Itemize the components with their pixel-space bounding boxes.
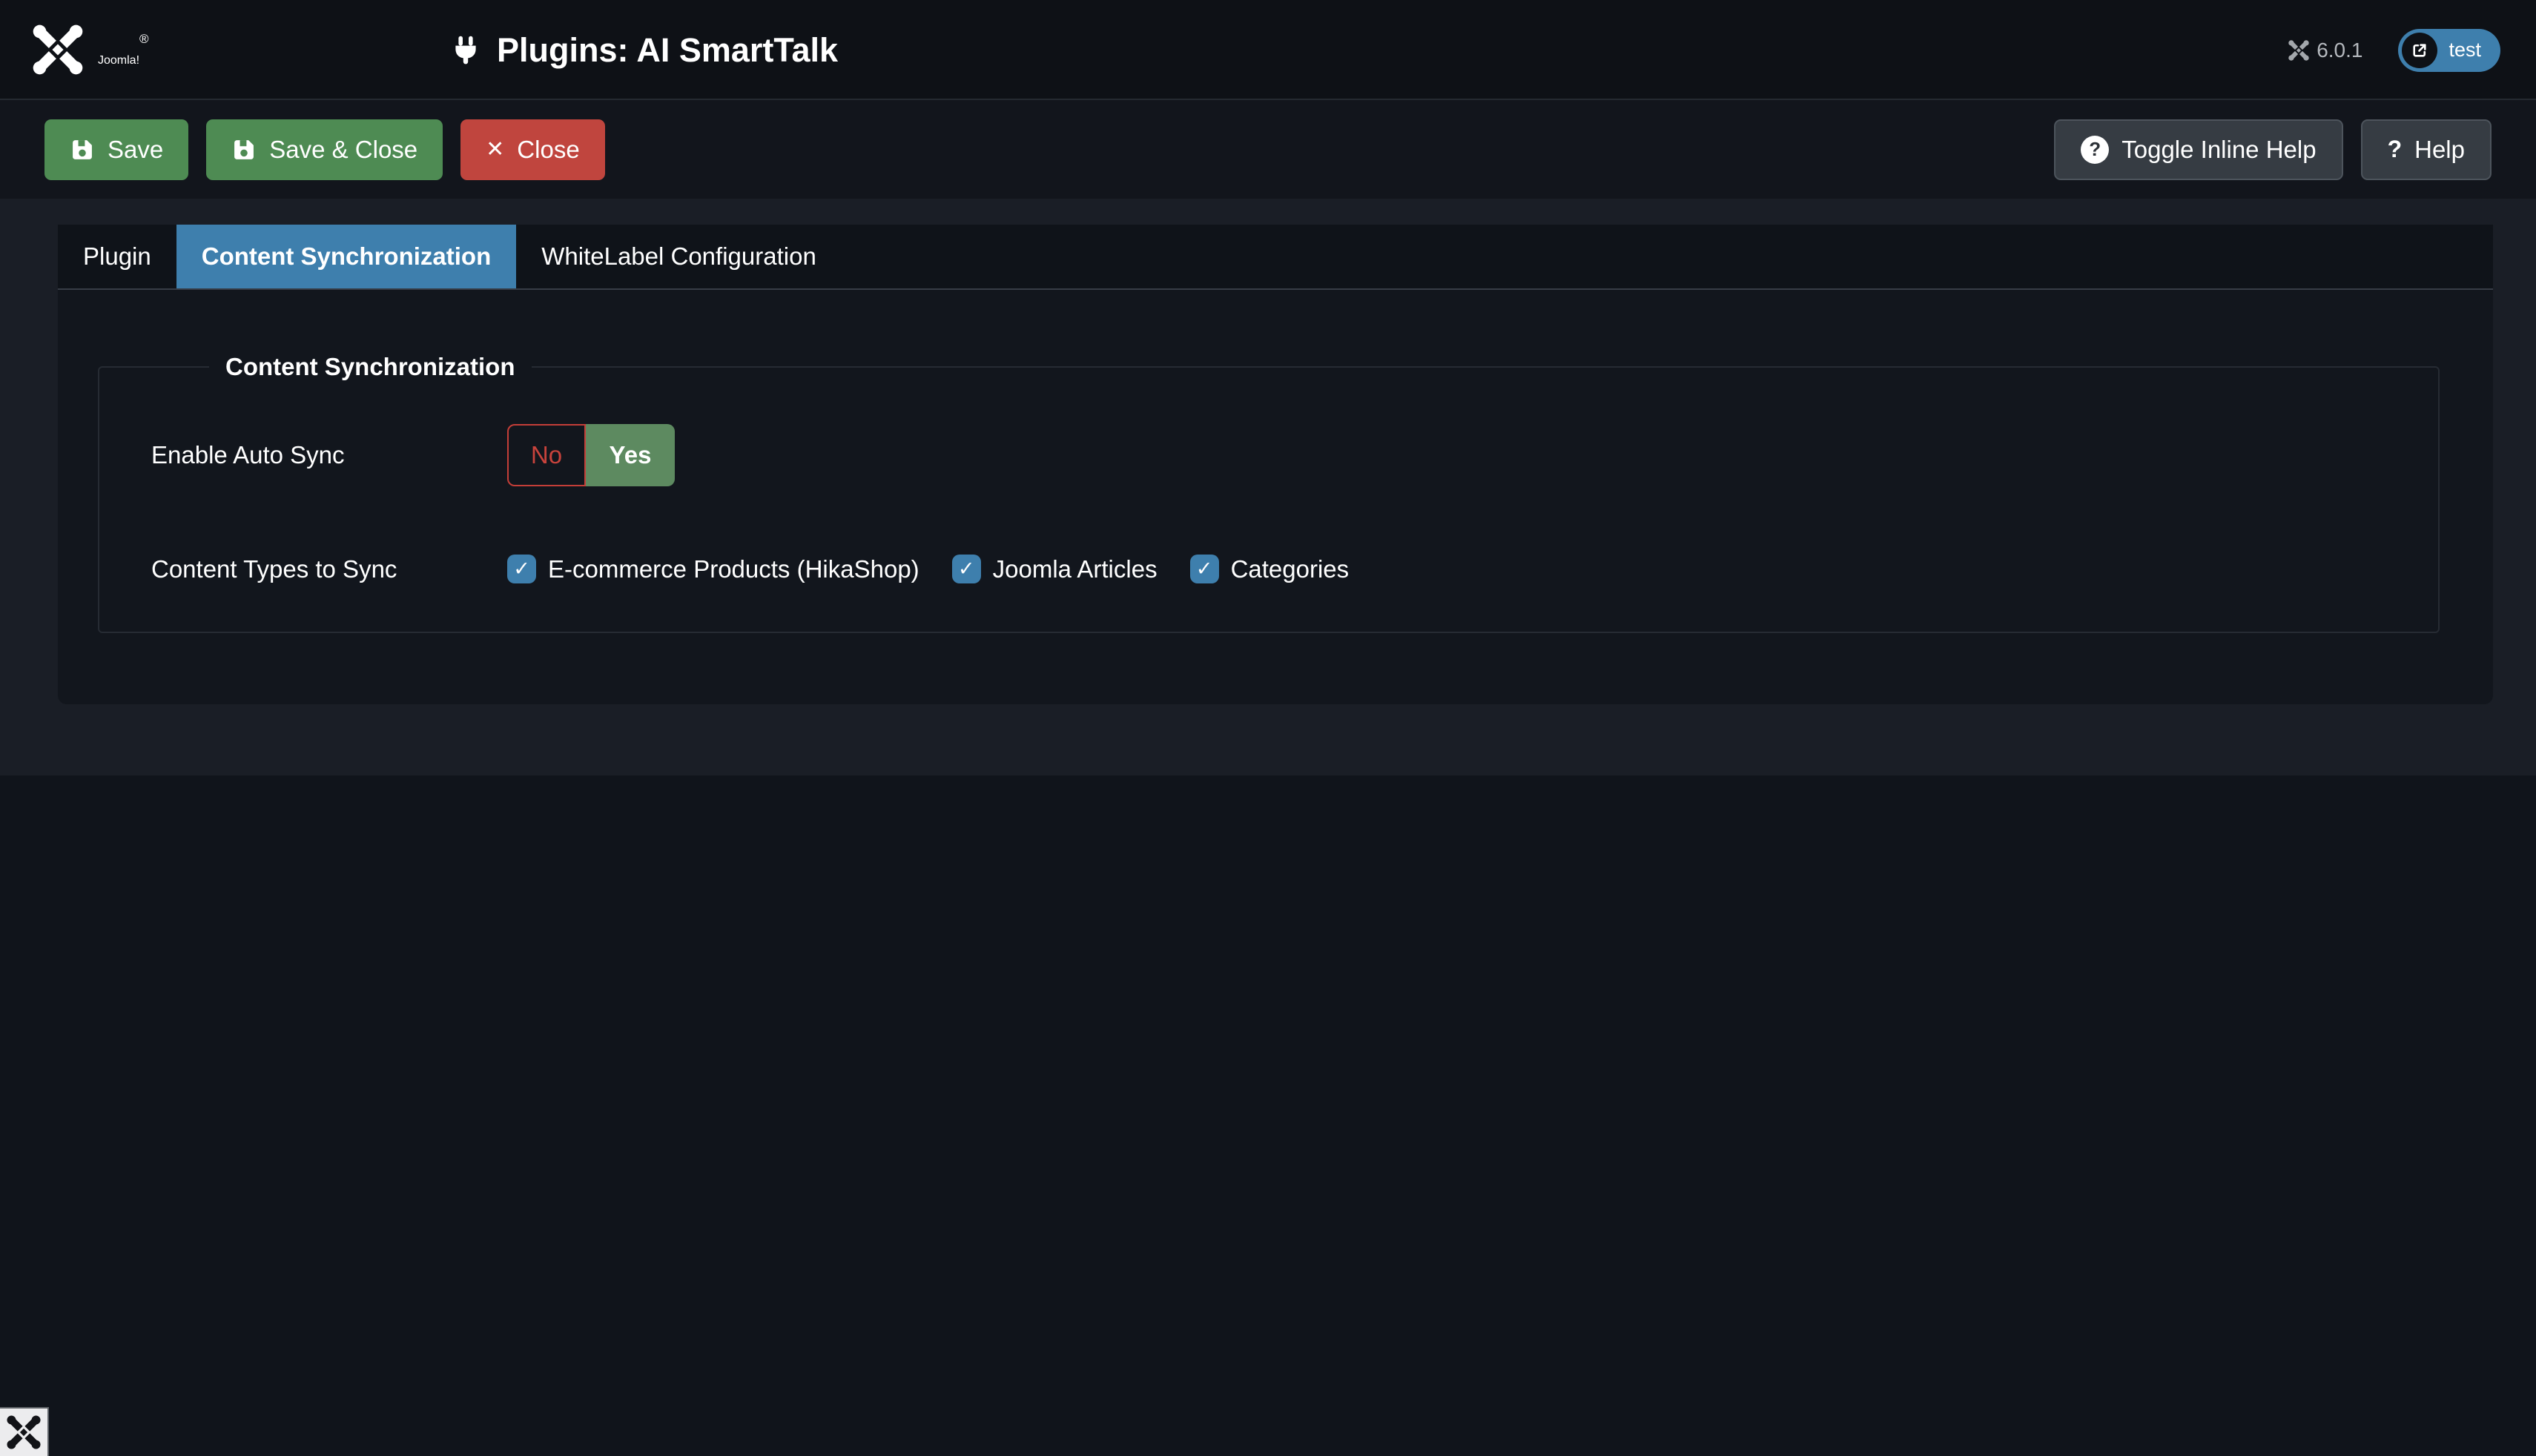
form-row-content-types: Content Types to Sync ✓ E-commerce Produ… [151,555,2438,583]
save-and-close-button[interactable]: Save & Close [206,119,443,180]
navbar-right: 6.0.1 test [2288,0,2500,100]
field-label: Enable Auto Sync [151,441,507,469]
toggle-inline-help-button[interactable]: ? Toggle Inline Help [2054,119,2342,180]
tab-plugin[interactable]: Plugin [58,225,176,288]
checkbox-checked-icon[interactable]: ✓ [1190,555,1219,583]
close-button[interactable]: ✕ Close [460,119,605,180]
toolbar-left-group: Save Save & Close ✕ Close [44,119,605,180]
plug-icon [451,33,481,67]
brand-text: Joomla!® [98,32,149,67]
enable-auto-sync-toggle: No Yes [507,424,675,486]
toggle-inline-help-label: Toggle Inline Help [2121,136,2316,164]
joomla-version-icon [2288,40,2309,61]
page-title: Plugins: AI SmartTalk [497,31,838,70]
checkbox-checked-icon[interactable]: ✓ [952,555,981,583]
checkbox-checked-icon[interactable]: ✓ [507,555,536,583]
question-mark-icon: ? [2388,136,2403,163]
save-button-label: Save [108,136,163,164]
checkbox-label: E-commerce Products (HikaShop) [548,555,919,583]
close-x-icon: ✕ [486,139,504,161]
field-label: Content Types to Sync [151,555,507,583]
toggle-option-no[interactable]: No [507,424,586,486]
floppy-disk-icon [231,137,257,162]
floppy-disk-icon [70,137,95,162]
toolbar: Save Save & Close ✕ Close ? Toggle Inlin… [0,100,2536,199]
checkbox-label: Categories [1231,555,1350,583]
user-menu-button[interactable]: test [2398,29,2500,72]
admin-navbar: Joomla!® Plugins: AI SmartTalk 6.0.1 [0,0,2536,100]
content-types-checkbox-group: ✓ E-commerce Products (HikaShop) ✓ Jooml… [507,555,1349,583]
circled-question-icon: ? [2081,136,2109,164]
version-text: 6.0.1 [2317,39,2362,62]
page-heading: Plugins: AI SmartTalk [451,0,838,100]
content-sync-fieldset: Content Synchronization Enable Auto Sync… [98,353,2440,633]
help-button[interactable]: ? Help [2361,119,2492,180]
user-label: test [2449,39,2481,62]
tab-content-synchronization[interactable]: Content Synchronization [176,225,517,288]
joomla-corner-badge [0,1407,49,1456]
tab-panel-content-synchronization: Content Synchronization Enable Auto Sync… [58,290,2493,704]
fieldset-legend: Content Synchronization [209,353,532,381]
registered-mark: ® [139,32,149,46]
joomla-version: 6.0.1 [2288,39,2362,62]
save-button[interactable]: Save [44,119,188,180]
checkbox-categories[interactable]: ✓ Categories [1190,555,1350,583]
joomla-brand-link[interactable]: Joomla!® [33,24,149,75]
close-button-label: Close [517,136,579,164]
joomla-logo-icon [7,1415,41,1449]
content-area: Plugin Content Synchronization WhiteLabe… [0,199,2536,775]
config-tabs: Plugin Content Synchronization WhiteLabe… [58,225,2493,290]
tab-whitelabel-configuration[interactable]: WhiteLabel Configuration [516,225,842,288]
form-row-enable-auto-sync: Enable Auto Sync No Yes [151,424,2438,486]
joomla-logo-icon [33,24,83,75]
help-button-label: Help [2414,136,2465,164]
external-link-icon [2402,33,2437,68]
toolbar-right-group: ? Toggle Inline Help ? Help [2054,119,2492,180]
save-and-close-label: Save & Close [269,136,417,164]
checkbox-joomla-articles[interactable]: ✓ Joomla Articles [952,555,1158,583]
checkbox-label: Joomla Articles [993,555,1158,583]
checkbox-ecommerce-products[interactable]: ✓ E-commerce Products (HikaShop) [507,555,919,583]
toggle-option-yes[interactable]: Yes [586,424,675,486]
